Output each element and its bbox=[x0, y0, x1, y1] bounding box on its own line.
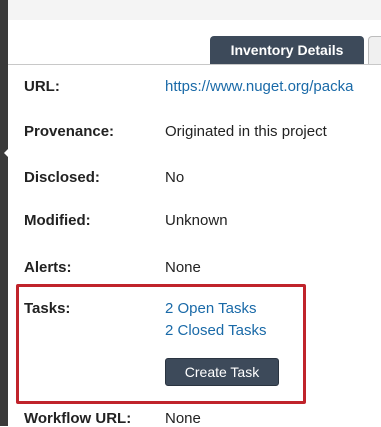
create-task-button[interactable]: Create Task bbox=[165, 358, 279, 386]
modified-label: Modified: bbox=[24, 212, 91, 229]
workflow-url-value: None bbox=[165, 410, 201, 427]
left-panel-bar bbox=[0, 0, 8, 426]
workflow-url-label: Workflow URL: bbox=[24, 410, 132, 427]
collapse-arrow-icon[interactable] bbox=[4, 148, 9, 158]
modified-value: Unknown bbox=[165, 212, 228, 229]
alerts-label: Alerts: bbox=[24, 259, 72, 276]
url-label: URL: bbox=[24, 78, 60, 95]
top-strip bbox=[8, 0, 381, 20]
disclosed-label: Disclosed: bbox=[24, 169, 100, 186]
tab-next[interactable] bbox=[368, 36, 381, 64]
provenance-value: Originated in this project bbox=[165, 123, 327, 140]
tab-inventory-details[interactable]: Inventory Details bbox=[210, 36, 364, 64]
provenance-label: Provenance: bbox=[24, 123, 115, 140]
open-tasks-link[interactable]: 2 Open Tasks bbox=[165, 300, 256, 317]
disclosed-value: No bbox=[165, 169, 185, 186]
closed-tasks-link[interactable]: 2 Closed Tasks bbox=[165, 322, 266, 339]
tasks-label: Tasks: bbox=[24, 300, 71, 317]
alerts-value: None bbox=[165, 259, 201, 276]
tab-divider bbox=[8, 64, 381, 65]
url-link[interactable]: https://www.nuget.org/packa bbox=[165, 78, 353, 95]
